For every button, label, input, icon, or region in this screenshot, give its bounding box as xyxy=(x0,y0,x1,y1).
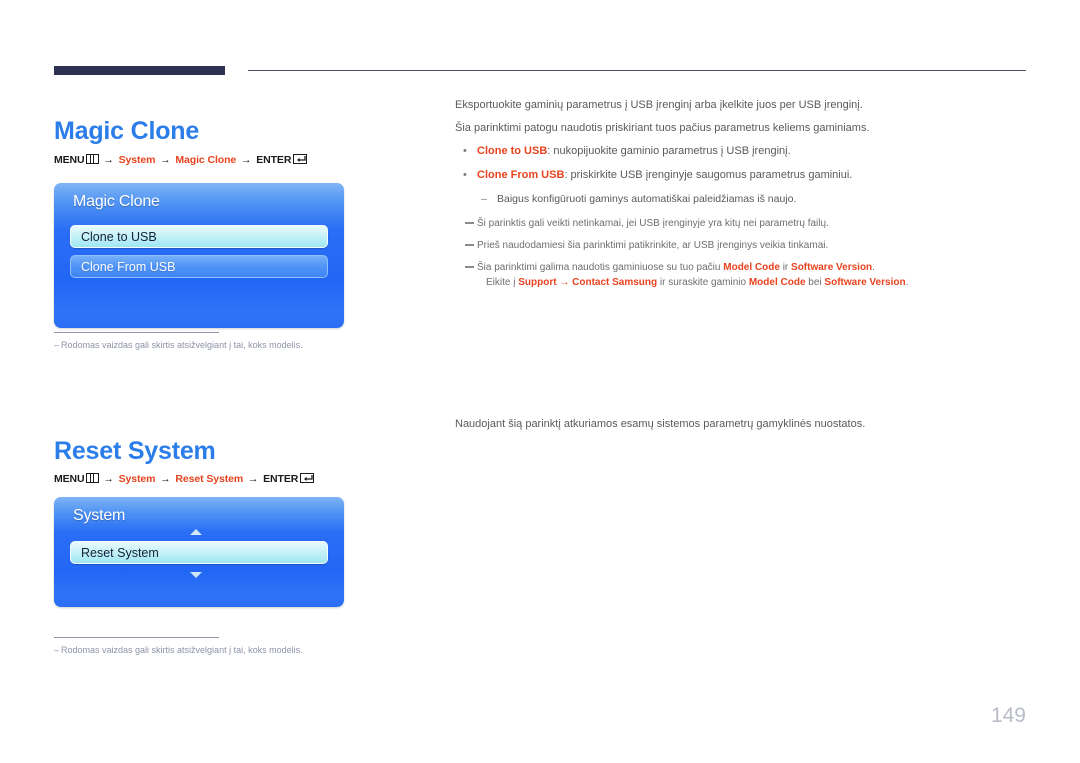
paragraph: Šia parinktimi patogu naudotis priskiria… xyxy=(455,122,870,134)
note-text-goto: Eikite į xyxy=(486,277,519,288)
page-header-rule xyxy=(54,66,1026,76)
menu-grid-icon xyxy=(85,473,99,483)
menu-path-magic-clone: MENU → System → Magic Clone → ENTER xyxy=(54,154,308,166)
note-dash-icon xyxy=(465,222,474,224)
footnote-dash: – xyxy=(54,340,60,350)
bullet-item-clone-to-usb: • Clone to USB: nukopijuokite gaminio par… xyxy=(455,144,1035,159)
note-text-a: Šia parinktimi galima naudotis gaminiuos… xyxy=(477,262,724,273)
menu-path-enter-label: ENTER xyxy=(263,473,299,485)
sub-item-text: Baigus konfigūruoti gaminys automatiškai… xyxy=(497,193,797,205)
page-title-magic-clone: Magic Clone xyxy=(54,116,200,145)
note-model-code: Model Code xyxy=(723,262,780,273)
sub-item-dash: – xyxy=(481,193,487,205)
scroll-up-arrow-icon[interactable] xyxy=(190,529,202,535)
footnote-text: Rodomas vaizdas gali skirtis atsižvelgia… xyxy=(61,645,303,655)
note-text: Prieš naudodamiesi šia parinktimi patikr… xyxy=(477,240,829,251)
note-item-usb-files: Ši parinktis gali veikti netinkamai, jei… xyxy=(455,216,1035,231)
path-arrow-1: → xyxy=(103,154,114,166)
menu-path-step-magic-clone[interactable]: Magic Clone xyxy=(175,154,236,166)
footnote-text-row: – Rodomas vaizdas gali skirtis atsižvelgi… xyxy=(54,340,384,350)
path-arrow-3: → xyxy=(240,154,252,166)
bullet-text: : priskirkite USB įrenginyje saugomus pa… xyxy=(564,169,853,181)
menu-grid-icon xyxy=(85,154,99,164)
bullet-marker: • xyxy=(463,169,467,181)
note-item-model-code: Šia parinktimi galima naudotis gaminiuos… xyxy=(455,260,1035,290)
note-support: Support xyxy=(518,277,557,288)
scroll-down-arrow-icon[interactable] xyxy=(190,572,202,578)
enter-return-icon xyxy=(293,154,308,164)
footnote-divider xyxy=(54,637,219,638)
header-rule-thick xyxy=(54,66,225,75)
body-column-reset-system: Naudojant šią parinktį atkuriamos esamų … xyxy=(455,417,1035,440)
body-column-magic-clone: Eksportuokite gaminių parametrus į USB į… xyxy=(455,98,1035,297)
osd-panel-magic-clone: Magic Clone Clone to USB Clone From USB xyxy=(54,183,344,328)
footnote-reset-system: – Rodomas vaizdas gali skirtis atsižvelgi… xyxy=(54,637,384,655)
note-text-c: ir xyxy=(779,262,792,273)
menu-path-step-reset-system[interactable]: Reset System xyxy=(175,473,243,485)
footnote-dash: – xyxy=(54,645,60,655)
path-arrow-3: → xyxy=(247,473,259,485)
menu-path-menu-label: MENU xyxy=(54,154,85,166)
sub-item-restart-note: – Baigus konfigūruoti gaminys automatiška… xyxy=(455,192,1035,207)
header-rule-thin xyxy=(248,70,1026,71)
note-arrow: → xyxy=(556,277,573,288)
osd-title-magic-clone: Magic Clone xyxy=(73,193,160,210)
note-dash-icon xyxy=(465,266,474,268)
paragraph: Eksportuokite gaminių parametrus į USB į… xyxy=(455,99,863,111)
note-text-e: . xyxy=(872,262,875,273)
note-text-end: . xyxy=(905,277,909,288)
footnote-text: Rodomas vaizdas gali skirtis atsižvelgia… xyxy=(61,340,303,350)
enter-return-icon xyxy=(300,473,315,483)
osd-panel-system: System Reset System xyxy=(54,497,344,607)
path-arrow-2: → xyxy=(160,154,171,166)
note-model-code-2: Model Code xyxy=(748,277,806,288)
bullet-item-clone-from-usb: • Clone From USB: priskirkite USB įrengin… xyxy=(455,168,1035,183)
note-software-version-2: Software Version xyxy=(824,277,906,288)
footnote-text-row: – Rodomas vaizdas gali skirtis atsižvelgi… xyxy=(54,645,384,655)
bullet-text: : nukopijuokite gaminio parametrus į USB… xyxy=(547,145,791,157)
note-contact-samsung: Contact Samsung xyxy=(572,277,658,288)
bullet-marker: • xyxy=(463,145,467,157)
osd-row-reset-system[interactable]: Reset System xyxy=(70,541,328,564)
note-software-version: Software Version xyxy=(791,262,873,273)
footnote-divider xyxy=(54,332,219,333)
osd-row-clone-to-usb[interactable]: Clone to USB xyxy=(70,225,328,248)
page-number: 149 xyxy=(990,704,1026,727)
osd-title-system: System xyxy=(73,507,126,524)
osd-row-clone-from-usb[interactable]: Clone From USB xyxy=(70,255,328,278)
note-line-2: Eikite į Support → Contact Samsung ir su… xyxy=(477,275,1035,290)
paragraph: Naudojant šią parinktį atkuriamos esamų … xyxy=(455,418,866,430)
footnote-magic-clone: – Rodomas vaizdas gali skirtis atsižvelgi… xyxy=(54,332,384,350)
bullet-term: Clone to USB xyxy=(477,145,548,157)
bullet-term: Clone From USB xyxy=(477,169,565,181)
path-arrow-2: → xyxy=(160,473,171,485)
page-title-reset-system: Reset System xyxy=(54,436,216,465)
note-dash-icon xyxy=(465,244,474,246)
menu-path-reset-system: MENU → System → Reset System → ENTER xyxy=(54,473,315,485)
note-line-1: Šia parinktimi galima naudotis gaminiuos… xyxy=(477,262,875,273)
note-text: Ši parinktis gali veikti netinkamai, jei… xyxy=(477,218,829,229)
menu-path-enter-label: ENTER xyxy=(256,154,292,166)
path-arrow-1: → xyxy=(103,473,114,485)
note-text-find: ir suraskite gaminio xyxy=(657,277,749,288)
note-text-and: bei xyxy=(805,277,825,288)
menu-path-step-system[interactable]: System xyxy=(119,154,156,166)
menu-path-step-system[interactable]: System xyxy=(119,473,156,485)
note-item-usb-check: Prieš naudodamiesi šia parinktimi patikr… xyxy=(455,238,1035,253)
menu-path-menu-label: MENU xyxy=(54,473,85,485)
